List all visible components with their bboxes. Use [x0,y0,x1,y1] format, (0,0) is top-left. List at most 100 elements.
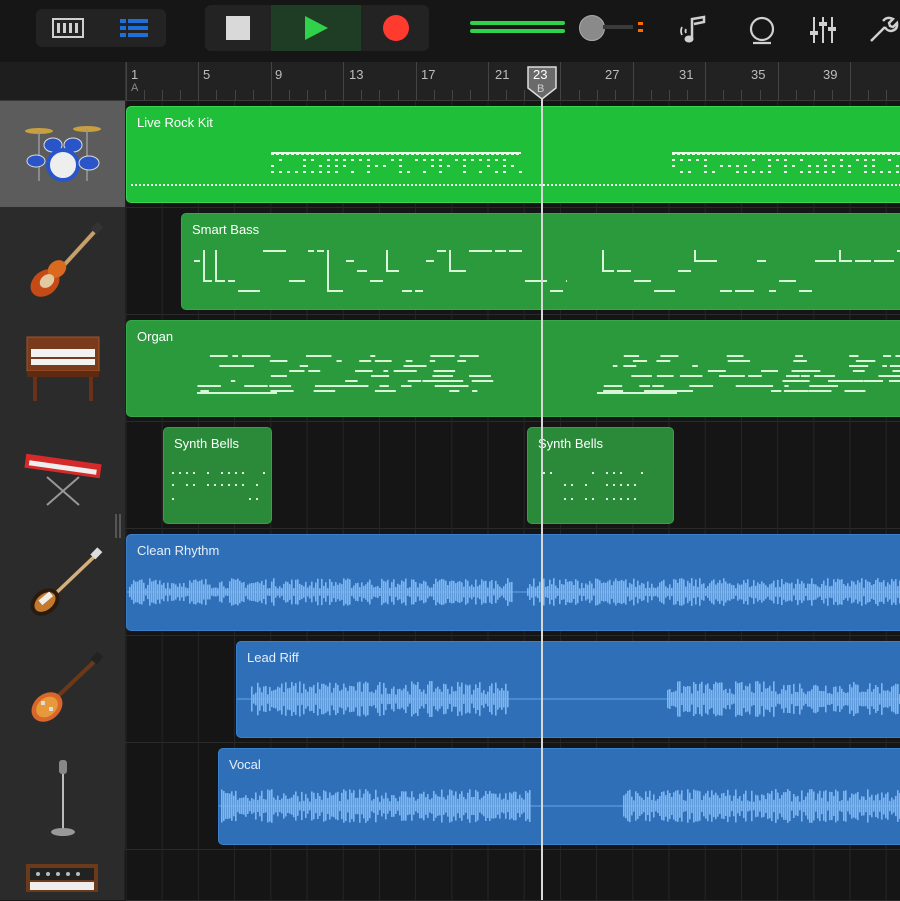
bass-guitar-icon [30,221,103,297]
track-header-drums[interactable] [0,101,126,208]
drum-kit-icon [24,126,101,182]
list-view-button[interactable] [102,9,166,47]
ruler-tick [687,90,688,100]
ruler-tick [741,90,742,100]
region-synth-bells-1[interactable]: Synth Bells [163,427,272,524]
organ-icon [26,336,99,401]
ruler-tick [289,90,290,100]
ruler-tick [669,90,670,100]
ruler-tick [850,62,851,100]
ruler-tick [216,90,217,100]
settings-button[interactable] [864,10,900,50]
track-header-clean-rhythm[interactable] [0,529,126,636]
ruler-tick [271,62,272,100]
bells-pattern [172,472,265,500]
ruler-tick [488,62,489,100]
play-icon [305,16,328,40]
ruler-tick [760,90,761,100]
ruler-tick [343,62,344,100]
ruler-tick [814,90,815,100]
bells-pattern [543,472,643,500]
ruler-bar-label: 17 [421,67,436,82]
track-header-bass[interactable] [0,208,126,315]
waveform [219,789,900,823]
ruler-tick [307,90,308,100]
ruler-tick [579,90,580,100]
section-marker-a[interactable]: A [131,82,138,94]
region-clean-rhythm[interactable]: Clean Rhythm [126,534,900,631]
ruler-tick [235,90,236,100]
transport-group [205,5,429,51]
tracks-view-button[interactable] [36,9,100,47]
ruler-bar-label: 21 [495,67,510,82]
level-meter [638,22,643,25]
record-button[interactable] [363,5,429,51]
ruler-tick [470,90,471,100]
volume-track-rest [603,25,633,29]
region-live-rock-kit[interactable]: Live Rock Kit [126,106,900,203]
mixer-button[interactable] [803,10,843,50]
tracks-view-icon [52,18,84,38]
play-button[interactable] [271,5,361,51]
loop-browser-button[interactable] [742,10,782,50]
track-resize-handle[interactable] [113,514,123,538]
track-header-synth-bells[interactable] [0,422,126,529]
ruler-tick [524,90,525,100]
ruler-tick [253,90,254,100]
ruler-tick [162,90,163,100]
electric-guitar-icon [30,547,102,616]
ruler-corner [0,62,126,100]
ruler-bar-label: 35 [751,67,766,82]
stop-button[interactable] [205,5,271,51]
ruler-tick [325,90,326,100]
instrument-note-icon [680,15,706,43]
ruler-tick [723,90,724,100]
playhead[interactable] [541,70,543,900]
ruler-tick [452,90,453,100]
ruler-bar-label: 9 [275,67,283,82]
ruler-tick [198,62,199,100]
timeline-ruler[interactable]: 1 5 9 13 17 21 27 31 35 39 A [0,62,900,101]
volume-track-fill-2 [470,29,565,33]
region-synth-bells-2[interactable]: Synth Bells [527,427,674,524]
ruler-bar-label: 13 [349,67,364,82]
track-header-vocal[interactable] [0,743,126,850]
loop-icon [749,16,775,45]
ruler-tick [705,62,706,100]
list-view-icon [120,19,148,37]
les-paul-guitar-icon [31,651,103,722]
volume-knob[interactable] [579,15,605,41]
settings-wrench-icon [870,16,899,42]
ruler-tick [379,90,380,100]
ruler-tick [126,62,127,100]
track-header-lead-riff[interactable] [0,636,126,743]
ruler-tick [597,90,598,100]
waveform [127,578,900,606]
track-header-analog-synth[interactable] [0,850,125,900]
ruler-tick [615,90,616,100]
ruler-tick [651,90,652,100]
region-vocal[interactable]: Vocal [218,748,900,845]
master-volume-slider[interactable] [470,15,650,41]
region-organ[interactable]: Organ [126,320,900,417]
ruler-tick [796,90,797,100]
toolbar [0,0,900,62]
ruler-tick [506,90,507,100]
view-toggle-group [36,9,166,47]
ruler-tick [180,90,181,100]
analog-synth-icon [26,864,98,892]
track-header-organ[interactable] [0,315,126,422]
level-meter-2 [638,29,643,32]
ruler-tick [560,62,561,100]
microphone-icon [50,760,75,836]
ruler-tick [886,90,887,100]
ruler-bar-label: 1 [131,67,139,82]
instrument-browser-button[interactable] [675,10,715,50]
region-lead-riff[interactable]: Lead Riff [236,641,900,738]
ruler-tick [778,62,779,100]
ruler-bar-label: 39 [823,67,838,82]
ruler-tick [434,90,435,100]
ruler-bar-label: 31 [679,67,694,82]
waveform [237,681,900,717]
ruler-tick [144,90,145,100]
